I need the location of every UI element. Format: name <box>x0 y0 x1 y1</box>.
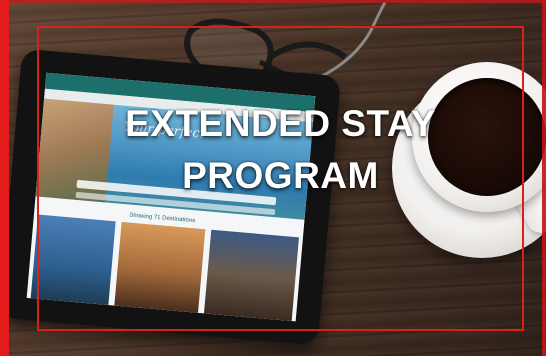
hero-banner: Your perfect Showing 71 Destinations EXT… <box>0 0 546 356</box>
top-accent-bar <box>0 0 546 3</box>
right-accent-bar <box>542 0 546 356</box>
banner-title-line-2: PROGRAM <box>182 155 379 196</box>
banner-title-line-1: EXTENDED STAY <box>125 103 436 144</box>
banner-title: EXTENDED STAY PROGRAM <box>37 98 524 202</box>
left-accent-bar <box>0 0 9 356</box>
